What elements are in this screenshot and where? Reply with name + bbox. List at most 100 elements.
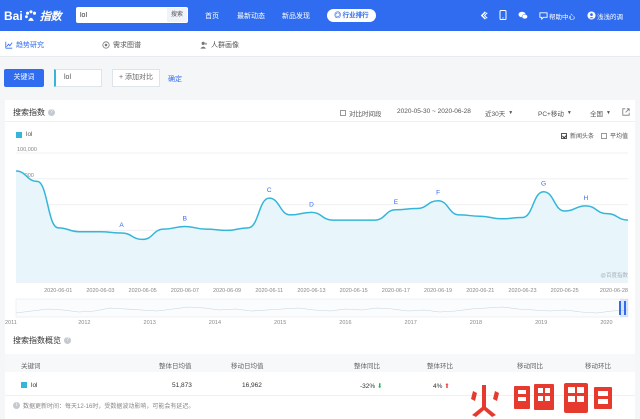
col-mobile-mom: 移动环比: [585, 363, 611, 370]
x-tick-label: 2020-06-17: [382, 288, 410, 294]
overview-title-text: 搜索指数概览: [13, 336, 61, 345]
fire-carp-watermark-logo: [471, 383, 612, 417]
x-tick-label: 2020-06-09: [213, 288, 241, 294]
timeline-year-label: 2017: [405, 320, 417, 326]
timeline-handle-right[interactable]: [624, 301, 626, 315]
timeline-year-label: 2015: [274, 320, 286, 326]
question-icon[interactable]: ?: [64, 337, 71, 344]
search-index-panel: 搜索指数 ? 对比时间段 2020-05-30 ~ 2020-06-28 近30…: [5, 100, 635, 419]
target-icon: [102, 41, 110, 49]
mobile-icon[interactable]: [498, 10, 508, 20]
search-button[interactable]: 搜索: [167, 8, 187, 22]
x-tick-label: 2020-06-25: [551, 288, 579, 294]
rank-icon: ◎: [334, 12, 343, 19]
series-area: [16, 171, 628, 282]
x-tick-label: 2020-06-13: [297, 288, 325, 294]
x-tick-label: 2020-06-19: [424, 288, 452, 294]
arrow-up-icon: ⬆: [444, 383, 450, 390]
tab-audience-portrait[interactable]: 人群画像: [200, 40, 239, 50]
logo-text-right: 指数: [39, 10, 62, 23]
tab-label: 人群画像: [211, 42, 239, 49]
news-annotation-f: F: [436, 190, 440, 197]
logo-text-left: Bai: [4, 8, 23, 23]
x-tick-label: 2020-06-11: [255, 288, 283, 294]
keyword-button[interactable]: 关键词: [4, 69, 44, 87]
overview-table-header: 关键词 整体日均值 移动日均值 整体同比 整体环比 移动同比 移动环比: [5, 354, 635, 372]
confirm-link[interactable]: 确定: [168, 74, 182, 84]
timeline-year-label: 2019: [535, 320, 547, 326]
baidu-index-logo[interactable]: Bai 指数: [4, 6, 62, 25]
row-mobile-avg: 16,962: [242, 382, 262, 389]
x-tick-label: 2020-06-05: [129, 288, 157, 294]
top-nav-bar: Bai 指数 搜索 首页 最新动态 新品发现 ◎ 行业排行 帮助中心 浅浅的调: [0, 0, 640, 31]
rank-button-label: 行业排行: [342, 12, 369, 19]
keyword-swatch: [21, 382, 27, 388]
timeline-year-label: 2018: [470, 320, 482, 326]
arrow-down-icon: ⬇: [377, 383, 383, 390]
nav-home[interactable]: 首页: [205, 11, 219, 21]
user-icon[interactable]: [586, 10, 596, 20]
search-index-chart[interactable]: 100,00080,00060,00040,00020,000ABCDEFGH2…: [5, 100, 635, 330]
wechat-icon[interactable]: [518, 10, 528, 20]
x-tick-label: 2020-06-15: [340, 288, 368, 294]
news-annotation-c: C: [267, 187, 272, 194]
row-overall-yoy: -32% ⬇: [360, 382, 382, 390]
x-tick-label: 2020-06-21: [466, 288, 494, 294]
timeline-year-label: 2014: [209, 320, 221, 326]
x-tick-label: 2020-06-03: [86, 288, 114, 294]
help-icon[interactable]: [538, 10, 548, 20]
x-tick-label: 2020-06-28: [600, 288, 628, 294]
username-link[interactable]: 浅浅的调: [597, 11, 623, 21]
nav-new-products[interactable]: 新品发现: [282, 11, 310, 21]
news-annotation-h: H: [583, 195, 588, 202]
timeline-year-label: 2020: [600, 320, 612, 326]
info-icon: i: [13, 402, 20, 409]
chart-watermark: @百度指数: [600, 271, 628, 279]
x-tick-label: 2020-06-07: [171, 288, 199, 294]
nav-latest-news[interactable]: 最新动态: [237, 11, 265, 21]
search-box: 搜索: [76, 7, 188, 23]
news-annotation-a: A: [119, 222, 124, 229]
x-tick-label: 2020-06-01: [44, 288, 72, 294]
news-annotation-d: D: [309, 201, 314, 208]
news-annotation-b: B: [183, 216, 187, 223]
row-keyword: lol: [21, 382, 38, 389]
news-annotation-e: E: [394, 199, 399, 206]
row-overall-avg: 51,873: [172, 382, 192, 389]
tab-trend-research[interactable]: 趋势研究: [5, 40, 44, 50]
col-overall-avg: 整体日均值: [159, 363, 192, 370]
keyword-input[interactable]: lol: [54, 69, 102, 87]
update-note: i 数据更新时间：每天12-16时，受数据波动影响，可能会有延迟。: [13, 401, 194, 410]
row-overall-mom: 4% ⬆: [433, 382, 450, 390]
y-tick-label: 100,000: [17, 147, 37, 153]
industry-rank-button[interactable]: ◎ 行业排行: [327, 9, 376, 22]
overall-mom-value: 4%: [433, 383, 443, 390]
timeline-year-label: 2011: [5, 320, 17, 326]
col-keyword: 关键词: [21, 363, 41, 370]
timeline-year-label: 2016: [339, 320, 351, 326]
trend-icon: [5, 41, 13, 49]
update-note-text: 数据更新时间：每天12-16时，受数据波动影响，可能会有延迟。: [23, 404, 195, 410]
keyword-bar: 关键词 lol + 添加对比 确定: [0, 58, 640, 96]
paw-icon: [24, 9, 36, 21]
sub-nav-bar: 趋势研究 需求图谱 人群画像: [0, 31, 640, 57]
timeline-handle-left[interactable]: [619, 301, 621, 315]
row-keyword-text: lol: [31, 382, 38, 389]
x-tick-label: 2020-06-23: [508, 288, 536, 294]
tab-label: 需求图谱: [113, 42, 141, 49]
col-overall-mom: 整体环比: [427, 363, 453, 370]
tab-label: 趋势研究: [16, 42, 44, 49]
timeline-year-label: 2013: [144, 320, 156, 326]
col-mobile-yoy: 移动同比: [517, 363, 543, 370]
help-center-link[interactable]: 帮助中心: [549, 11, 575, 21]
col-overall-yoy: 整体同比: [354, 363, 380, 370]
timeline-overview: [15, 298, 629, 318]
overview-title: 搜索指数概览 ?: [13, 335, 71, 346]
overall-yoy-value: -32%: [360, 383, 376, 390]
share-icon[interactable]: [479, 10, 489, 20]
timeline-year-label: 2012: [78, 320, 90, 326]
tab-demand-graph[interactable]: 需求图谱: [102, 40, 141, 50]
col-mobile-avg: 移动日均值: [231, 363, 264, 370]
add-compare-button[interactable]: + 添加对比: [112, 69, 160, 87]
search-input[interactable]: [80, 10, 164, 20]
